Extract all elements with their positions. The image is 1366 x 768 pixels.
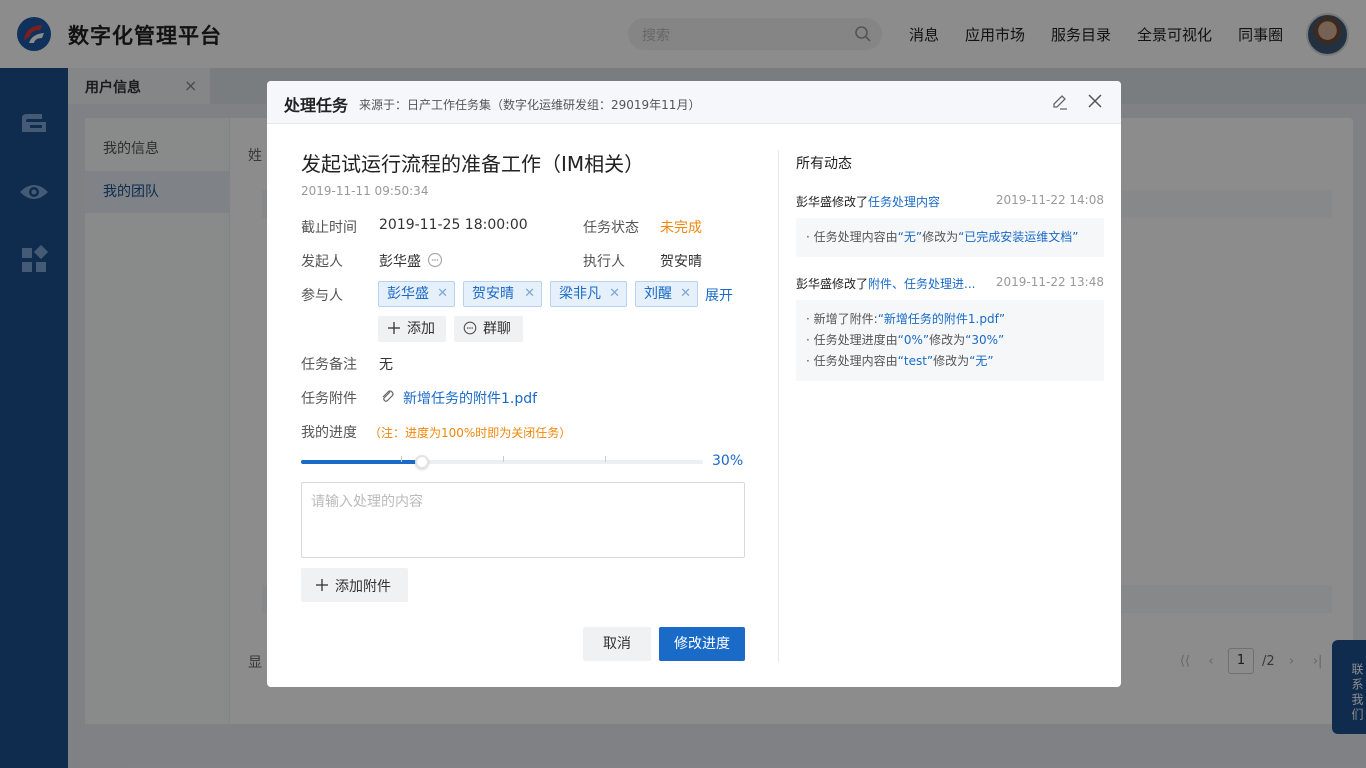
new-value: “已完成安装运维文档”	[958, 230, 1079, 244]
activity-line: · 新增了附件:“新增任务的附件1.pdf”	[806, 309, 1094, 330]
line-prefix: · 新增了附件:	[806, 312, 878, 326]
participant-name: 贺安晴	[472, 286, 514, 302]
slider-tick	[401, 456, 402, 462]
activity-target[interactable]: 附件、任务处理进...	[868, 277, 975, 291]
paperclip-icon	[382, 390, 394, 402]
update-progress-button[interactable]: 修改进度	[659, 627, 745, 661]
plus-icon	[316, 579, 328, 591]
content-textarea[interactable]	[301, 482, 745, 558]
task-modal: 处理任务 来源于：日产工作任务集（数字化运维研发组：29019年11月） 发起试…	[267, 81, 1121, 687]
modal-title: 处理任务	[284, 96, 349, 115]
old-value: “0%”	[897, 333, 930, 347]
activity-target[interactable]: 任务处理内容	[868, 195, 940, 209]
add-label: 添加	[407, 321, 435, 337]
chat-icon	[463, 321, 477, 335]
participants-label: 参与人	[301, 288, 343, 304]
executor-value: 贺安晴	[660, 254, 702, 270]
modal-header: 处理任务 来源于：日产工作任务集（数字化运维研发组：29019年11月）	[267, 81, 1121, 124]
activity-line: · 任务处理内容由“无”修改为“已完成安装运维文档”	[806, 227, 1094, 248]
remove-icon[interactable]: ✕	[437, 282, 448, 306]
remark-value: 无	[379, 357, 393, 373]
participant-name: 梁非凡	[559, 286, 601, 302]
participant-tag[interactable]: 彭华盛 ✕	[378, 281, 455, 307]
remove-icon[interactable]: ✕	[680, 282, 691, 306]
activity-header: 彭华盛修改了附件、任务处理进... 2019-11-22 13:48	[796, 275, 1104, 292]
line-mid: 修改为	[929, 333, 966, 347]
cancel-button[interactable]: 取消	[583, 627, 651, 661]
progress-note: （注：进度为100%时即为关闭任务）	[369, 426, 572, 440]
slider-handle[interactable]	[414, 455, 429, 469]
chat-icon[interactable]	[427, 252, 443, 268]
status-label: 任务状态	[583, 220, 639, 236]
deadline-value: 2019-11-25 18:00:00	[379, 217, 528, 233]
attachment-link[interactable]: 新增任务的附件1.pdf	[403, 388, 537, 408]
progress-slider[interactable]	[301, 460, 703, 464]
activity-actor: 彭华盛修改了	[796, 195, 869, 209]
task-title: 发起试运行流程的准备工作（IM相关）	[301, 152, 645, 176]
line-prefix: · 任务处理内容由	[806, 354, 898, 368]
participant-tag[interactable]: 贺安晴 ✕	[463, 281, 542, 307]
expand-link[interactable]: 展开	[705, 285, 733, 305]
executor-label: 执行人	[583, 254, 625, 270]
column-divider	[778, 150, 779, 662]
activity-detail: · 新增了附件:“新增任务的附件1.pdf” · 任务处理进度由“0%”修改为“…	[796, 300, 1104, 381]
line-prefix: · 任务处理内容由	[806, 230, 898, 244]
participant-tag[interactable]: 梁非凡 ✕	[550, 281, 627, 307]
line-mid: 修改为	[922, 230, 959, 244]
new-value: “30%”	[965, 333, 1005, 347]
status-value: 未完成	[660, 220, 702, 236]
participant-name: 彭华盛	[387, 286, 429, 302]
activity-actor: 彭华盛修改了	[796, 277, 869, 291]
slider-tick	[503, 456, 504, 462]
old-value: “无”	[897, 230, 923, 244]
deadline-label: 截止时间	[301, 220, 357, 236]
initiator-label: 发起人	[301, 254, 343, 270]
edit-icon[interactable]	[1051, 93, 1069, 111]
task-created-time: 2019-11-11 09:50:34	[301, 184, 429, 198]
remove-icon[interactable]: ✕	[609, 282, 620, 306]
plus-icon	[388, 322, 400, 334]
group-chat-button[interactable]: 群聊	[454, 316, 523, 342]
initiator-value: 彭华盛	[379, 254, 421, 270]
close-icon[interactable]	[1087, 93, 1103, 109]
participant-tag[interactable]: 刘醒 ✕	[635, 281, 698, 307]
activity-title: 所有动态	[796, 156, 852, 172]
add-participant-button[interactable]: 添加	[378, 316, 446, 342]
add-attachment-label: 添加附件	[335, 579, 391, 595]
activity-time: 2019-11-22 14:08	[995, 193, 1104, 207]
line-mid: 修改为	[933, 354, 970, 368]
activity-detail: · 任务处理内容由“无”修改为“已完成安装运维文档”	[796, 218, 1104, 257]
activity-time: 2019-11-22 13:48	[995, 275, 1104, 289]
progress-label: 我的进度	[301, 425, 357, 441]
remove-icon[interactable]: ✕	[524, 282, 535, 306]
remark-label: 任务备注	[301, 357, 357, 373]
slider-tick	[605, 456, 606, 462]
new-value: “无”	[969, 354, 994, 368]
activity-header: 彭华盛修改了任务处理内容 2019-11-22 14:08	[796, 193, 1104, 210]
activity-line: · 任务处理进度由“0%”修改为“30%”	[806, 330, 1094, 351]
participant-name: 刘醒	[644, 286, 672, 302]
attachment-label: 任务附件	[301, 391, 357, 407]
progress-percent: 30%	[712, 453, 744, 469]
progress-fill	[301, 460, 422, 464]
modal-source: 来源于：日产工作任务集（数字化运维研发组：29019年11月）	[359, 98, 701, 112]
line-prefix: · 任务处理进度由	[806, 333, 898, 347]
new-value: “新增任务的附件1.pdf”	[877, 312, 1006, 326]
old-value: “test”	[897, 354, 934, 368]
group-chat-label: 群聊	[483, 321, 511, 337]
activity-line: · 任务处理内容由“test”修改为“无”	[806, 351, 1094, 372]
add-attachment-button[interactable]: 添加附件	[301, 568, 408, 602]
